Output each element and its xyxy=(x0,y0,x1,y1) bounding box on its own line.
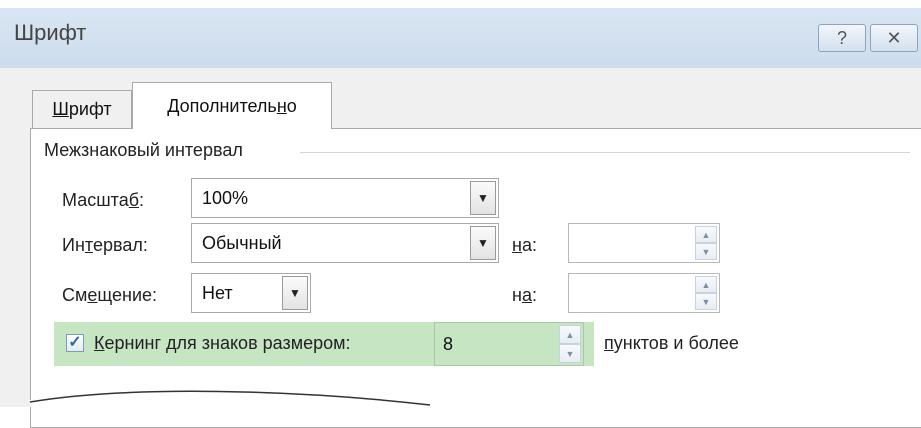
tab-advanced[interactable]: Дополнитель н о xyxy=(132,82,332,129)
tab-advanced-accel: н xyxy=(276,95,287,116)
torn-edge xyxy=(29,390,431,407)
